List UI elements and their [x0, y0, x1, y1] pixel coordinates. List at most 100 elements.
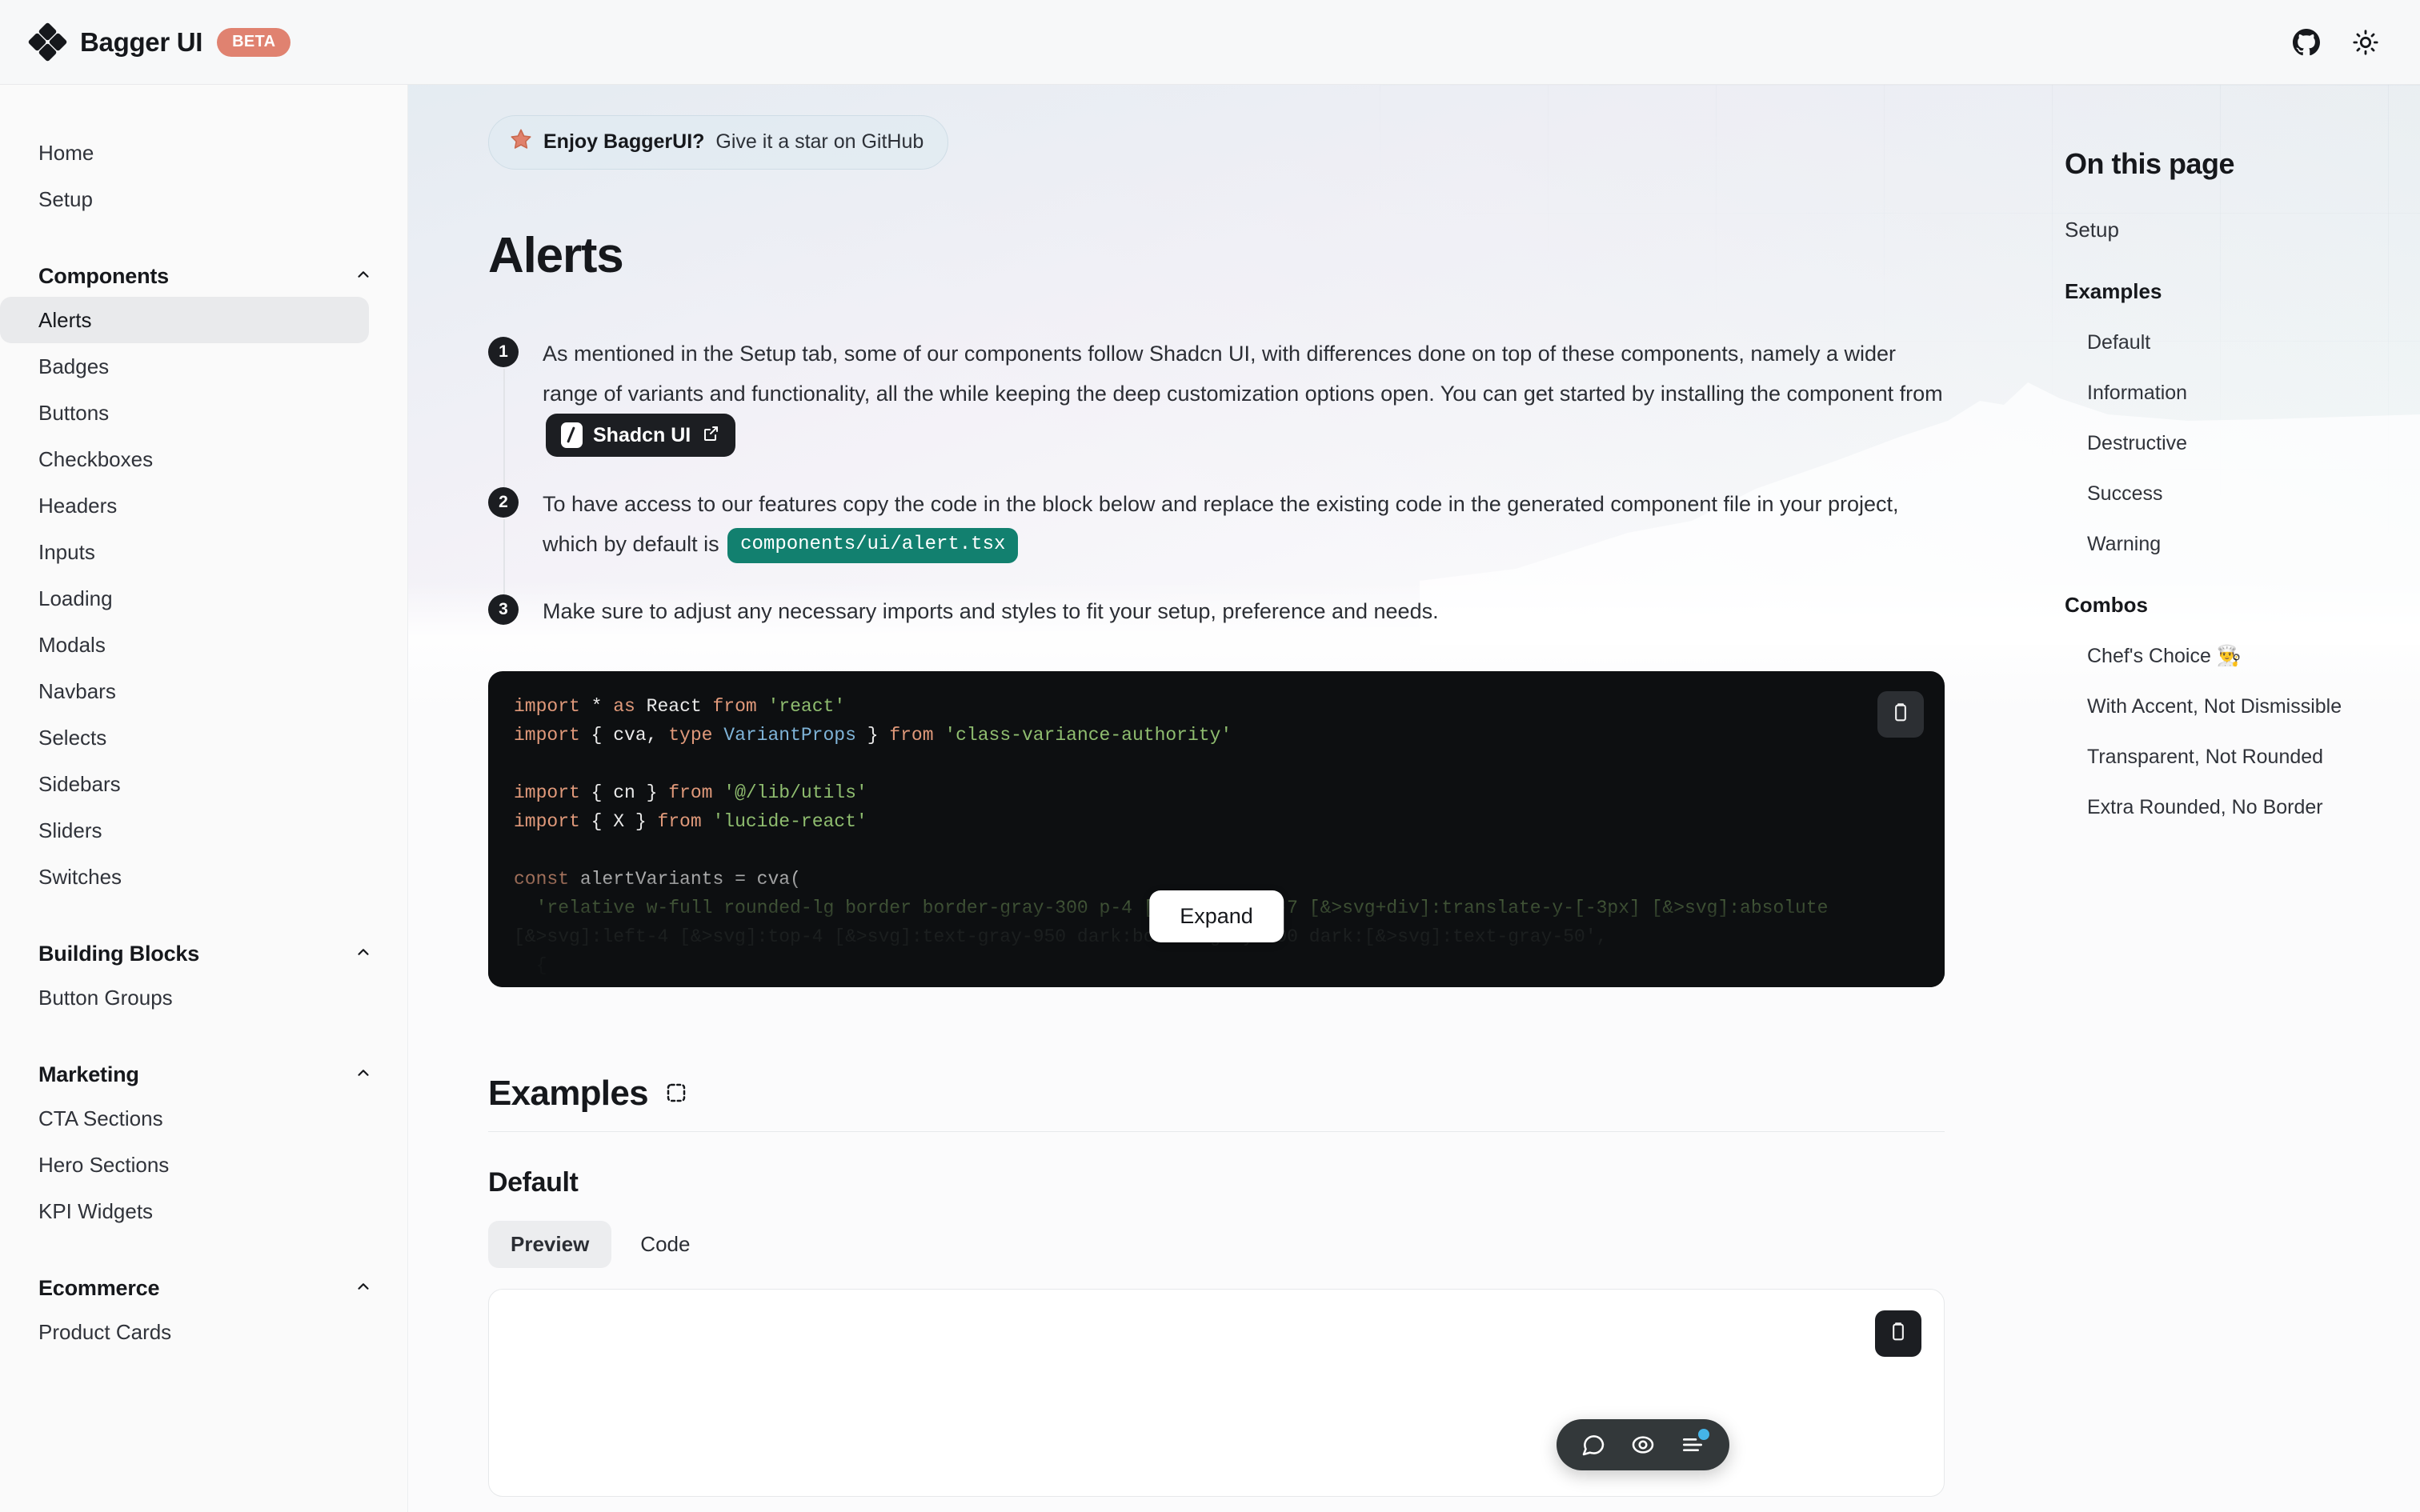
github-icon[interactable]	[2290, 26, 2322, 58]
toc-item-chef-s-choice[interactable]: Chef's Choice 👨‍🍳	[2087, 645, 2420, 668]
step-text: To have access to our features copy the …	[523, 484, 1945, 591]
code-token: from	[657, 811, 713, 832]
sidebar-item-inputs[interactable]: Inputs	[0, 529, 369, 575]
sidebar-item-sliders[interactable]: Sliders	[0, 807, 369, 854]
notification-badge	[1698, 1429, 1709, 1440]
step-gutter: 3	[488, 591, 523, 631]
brand[interactable]: Bagger UI BETA	[0, 21, 291, 62]
toc-item-warning[interactable]: Warning	[2087, 533, 2420, 556]
file-path-chip: components/ui/alert.tsx	[727, 528, 1019, 563]
code-token: *	[591, 696, 614, 717]
sidebar-group-components[interactable]: Components	[0, 264, 407, 289]
beta-badge: BETA	[217, 27, 291, 57]
top-bar: Bagger UI BETA	[0, 0, 2420, 85]
sidebar-item-home[interactable]: Home	[0, 130, 369, 176]
step-number: 2	[488, 487, 519, 518]
sidebar-item-kpi-widgets[interactable]: KPI Widgets	[0, 1188, 369, 1234]
code-token: import	[514, 811, 591, 832]
comment-icon[interactable]	[1581, 1432, 1606, 1458]
sidebar-item-alerts[interactable]: Alerts	[0, 297, 369, 343]
sidebar-top-links: Home Setup	[0, 130, 407, 222]
tab-preview[interactable]: Preview	[488, 1221, 612, 1268]
sidebar-group-label: Ecommerce	[38, 1276, 160, 1300]
expand-code-button[interactable]: Expand	[1149, 890, 1284, 942]
list-lines-icon[interactable]	[1680, 1429, 1709, 1458]
step-text-primary: As mentioned in the Setup tab, some of o…	[543, 342, 1943, 406]
toc-item-information[interactable]: Information	[2087, 382, 2420, 405]
sidebar-group-building-blocks[interactable]: Building Blocks	[0, 942, 407, 966]
copy-code-button[interactable]	[1877, 691, 1924, 738]
floating-toolbar	[1557, 1419, 1729, 1470]
setup-steps: 1 As mentioned in the Setup tab, some of …	[488, 334, 1945, 631]
setup-step: 3 Make sure to adjust any necessary impor…	[488, 591, 1945, 631]
toc-item-with-accent-not-dismissible[interactable]: With Accent, Not Dismissible	[2087, 695, 2420, 718]
github-star-banner[interactable]: Enjoy BaggerUI? Give it a star on GitHub	[488, 115, 949, 170]
sidebar-item-headers[interactable]: Headers	[0, 482, 369, 529]
toc-item-default[interactable]: Default	[2087, 331, 2420, 354]
sidebar: Home Setup Components Alerts Badges Buttons C…	[0, 85, 408, 1512]
sun-icon[interactable]	[2350, 26, 2382, 58]
sidebar-group-ecommerce[interactable]: Ecommerce	[0, 1276, 407, 1301]
target-eye-icon[interactable]	[1630, 1432, 1656, 1458]
toc-item-combos[interactable]: Combos	[2065, 593, 2420, 618]
tab-code[interactable]: Code	[618, 1221, 712, 1268]
code-token: as	[613, 696, 647, 717]
clipboard-icon	[1887, 1321, 1909, 1347]
sidebar-item-navbars[interactable]: Navbars	[0, 668, 369, 714]
code-token: { X }	[591, 811, 658, 832]
sidebar-item-cta-sections[interactable]: CTA Sections	[0, 1095, 369, 1142]
step-connector	[503, 519, 505, 594]
sidebar-item-loading[interactable]: Loading	[0, 575, 369, 622]
sidebar-item-button-groups[interactable]: Button Groups	[0, 974, 369, 1021]
code-token: import	[514, 725, 591, 746]
sidebar-item-setup[interactable]: Setup	[0, 176, 369, 222]
code-token: React	[646, 696, 713, 717]
code-block[interactable]: import * as React from 'react' import { …	[488, 671, 1945, 987]
sidebar-item-product-cards[interactable]: Product Cards	[0, 1309, 369, 1355]
code-token: VariantProps	[723, 725, 867, 746]
code-token: import	[514, 696, 591, 717]
toc-list: Setup Examples Default Information Destructi…	[2065, 218, 2420, 819]
sidebar-item-sidebars[interactable]: Sidebars	[0, 761, 369, 807]
setup-step: 2 To have access to our features copy the…	[488, 484, 1945, 594]
sidebar-item-hero-sections[interactable]: Hero Sections	[0, 1142, 369, 1188]
chevron-up-icon	[355, 943, 372, 965]
sidebar-item-modals[interactable]: Modals	[0, 622, 369, 668]
shadcn-ui-link-chip[interactable]: Shadcn UI	[546, 414, 736, 457]
setup-step: 1 As mentioned in the Setup tab, some of …	[488, 334, 1945, 487]
step-number: 3	[488, 594, 519, 625]
toc-item-transparent-not-rounded[interactable]: Transparent, Not Rounded	[2087, 746, 2420, 769]
toc-item-setup[interactable]: Setup	[2065, 218, 2420, 242]
examples-heading-label: Examples	[488, 1074, 649, 1113]
brand-name: Bagger UI	[80, 26, 203, 57]
code-token: '@/lib/utils'	[723, 782, 867, 803]
chip-label: Shadcn UI	[593, 423, 691, 446]
step-connector	[503, 369, 505, 487]
copy-preview-button[interactable]	[1875, 1310, 1921, 1357]
sidebar-item-badges[interactable]: Badges	[0, 343, 369, 390]
toc-item-extra-rounded-no-border[interactable]: Extra Rounded, No Border	[2087, 796, 2420, 819]
clipboard-icon	[1889, 702, 1912, 728]
step-text-primary: Make sure to adjust any necessary import…	[543, 599, 1439, 623]
code-token: from	[889, 725, 945, 746]
toc-item-examples[interactable]: Examples	[2065, 279, 2420, 304]
code-token: 'lucide-react'	[712, 811, 867, 832]
step-gutter: 2	[488, 484, 523, 594]
on-this-page-nav: On this page Setup Examples Default Informa…	[2017, 85, 2420, 1512]
sidebar-group-marketing[interactable]: Marketing	[0, 1062, 407, 1087]
sidebar-item-selects[interactable]: Selects	[0, 714, 369, 761]
code-token: type	[668, 725, 724, 746]
chevron-up-icon	[355, 1278, 372, 1299]
star-icon	[510, 128, 532, 156]
code-token: from	[712, 696, 768, 717]
sidebar-item-checkboxes[interactable]: Checkboxes	[0, 436, 369, 482]
dashed-square-icon	[664, 1074, 688, 1114]
examples-divider	[488, 1131, 1945, 1132]
sidebar-group-label: Marketing	[38, 1062, 139, 1086]
code-token: 'class-variance-authority'	[944, 725, 1232, 746]
sidebar-item-buttons[interactable]: Buttons	[0, 390, 369, 436]
toc-item-destructive[interactable]: Destructive	[2087, 432, 2420, 455]
sidebar-item-switches[interactable]: Switches	[0, 854, 369, 900]
code-token: import	[514, 782, 591, 803]
toc-item-success[interactable]: Success	[2087, 482, 2420, 506]
